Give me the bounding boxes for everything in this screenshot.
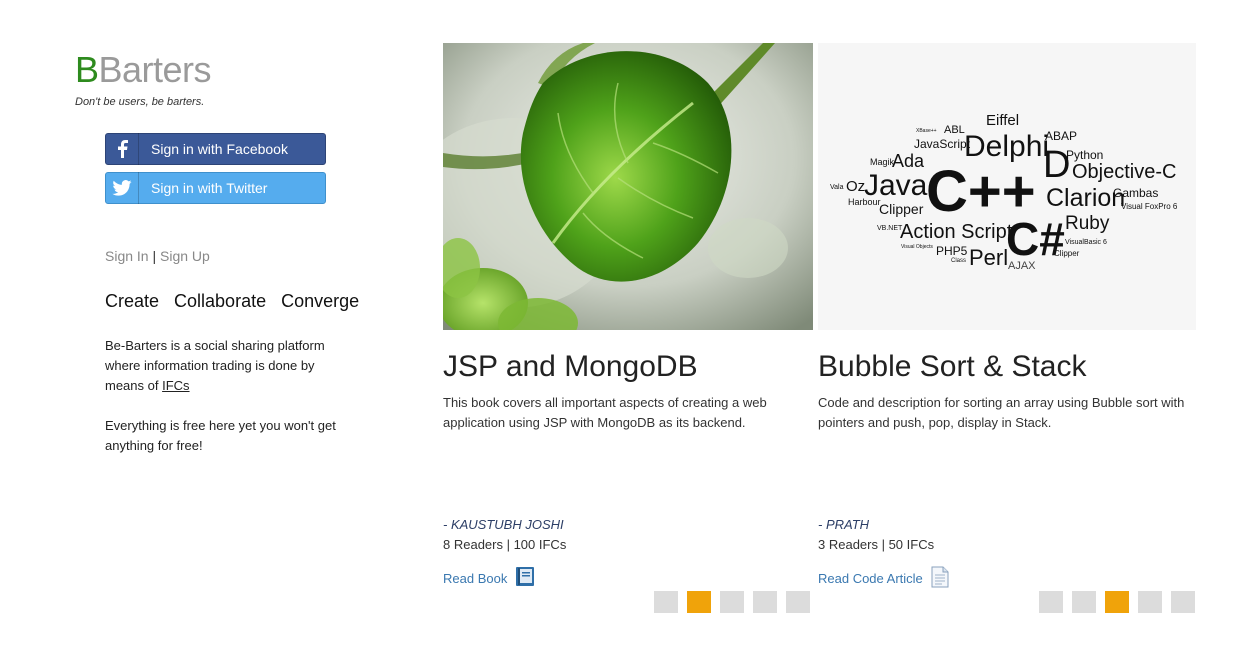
cloud-word: Oz	[846, 178, 865, 195]
cloud-word: Clipper	[1054, 249, 1080, 258]
logo-text: Barters	[98, 49, 212, 90]
cloud-word: Eiffel	[986, 112, 1019, 129]
cloud-word: Action Script	[900, 221, 1013, 243]
sign-in-link[interactable]: Sign In	[105, 248, 149, 264]
card-stats: 3 Readers | 50 IFCs	[818, 537, 935, 552]
pager-dot[interactable]	[720, 591, 744, 613]
pager-dot[interactable]	[687, 591, 711, 613]
pillar-collaborate: Collaborate	[174, 291, 267, 311]
card-description: Code and description for sorting an arra…	[818, 395, 1185, 430]
cloud-word: Ruby	[1065, 213, 1110, 234]
pager-dot[interactable]	[753, 591, 777, 613]
brand-logo[interactable]: BBarters	[75, 49, 212, 90]
pager-dot[interactable]	[1105, 591, 1129, 613]
auth-separator: |	[152, 248, 157, 264]
cloud-word: Harbour	[848, 197, 881, 207]
cloud-word: PHP5	[936, 244, 968, 258]
tagline: Don't be users, be barters.	[75, 96, 205, 108]
pager-dot[interactable]	[1072, 591, 1096, 613]
facebook-signin-button[interactable]: Sign in with Facebook	[105, 133, 326, 165]
about-text: Be-Barters is a social sharing platform …	[105, 336, 355, 476]
read-book-label: Read Book	[443, 570, 508, 586]
pager-dot[interactable]	[1138, 591, 1162, 613]
cloud-word: XBase++	[916, 128, 937, 134]
cloud-word: Gambas	[1113, 186, 1158, 200]
ifc-link[interactable]: IFCs	[162, 378, 189, 393]
cloud-word: Ada	[892, 151, 925, 171]
pager-dot[interactable]	[654, 591, 678, 613]
card-title[interactable]: Bubble Sort & Stack	[818, 350, 1086, 384]
card-stats: 8 Readers | 100 IFCs	[443, 537, 567, 552]
cloud-word: Perl	[969, 245, 1008, 270]
pillar-create: Create	[105, 291, 160, 311]
cloud-word: VisualBasic 6	[1065, 239, 1107, 246]
cloud-word: Visual Objects	[901, 244, 933, 250]
pillar-converge: Converge	[281, 291, 360, 311]
pager-dot[interactable]	[1039, 591, 1063, 613]
facebook-icon	[106, 133, 139, 165]
carousel-pager-2	[1039, 591, 1195, 613]
card-bubble-sort: Eiffel XBase++ ABL JavaScript Delphi ABA…	[818, 43, 1196, 588]
twitter-signin-button[interactable]: Sign in with Twitter	[105, 172, 326, 204]
cloud-word: Objective-C	[1072, 161, 1176, 183]
pillars: Create Collaborate Converge	[105, 291, 359, 312]
sign-up-link[interactable]: Sign Up	[160, 248, 210, 264]
language-word-cloud[interactable]: Eiffel XBase++ ABL JavaScript Delphi ABA…	[818, 43, 1196, 330]
card-description: This book covers all important aspects o…	[443, 395, 767, 430]
pager-dot[interactable]	[786, 591, 810, 613]
book-icon	[515, 566, 535, 590]
logo-initial: B	[75, 49, 99, 90]
leaf-photo[interactable]	[443, 43, 813, 330]
card-title[interactable]: JSP and MongoDB	[443, 350, 698, 384]
cloud-word: Visual FoxPro 6	[1121, 202, 1178, 211]
cloud-word: ABAP	[1045, 129, 1077, 143]
about-paragraph-1: Be-Barters is a social sharing platform …	[105, 338, 325, 393]
card-author[interactable]: - KAUSTUBH JOSHI	[443, 517, 564, 532]
cloud-word: Magik	[870, 157, 895, 167]
read-code-article-label: Read Code Article	[818, 571, 923, 586]
cloud-word: Class	[951, 258, 966, 264]
document-icon	[931, 566, 949, 591]
cloud-word: Clipper	[879, 201, 924, 217]
auth-links: Sign In | Sign Up	[105, 248, 210, 264]
read-code-article-link[interactable]: Read Code Article	[818, 566, 949, 591]
pager-dot[interactable]	[1171, 591, 1195, 613]
cloud-word: Python	[1066, 148, 1103, 162]
cloud-word: Vala	[830, 184, 844, 191]
twitter-icon	[106, 172, 139, 204]
cloud-word: ABL	[944, 124, 965, 136]
card-jsp-mongodb: JSP and MongoDB This book covers all imp…	[443, 43, 813, 586]
cloud-word: AJAX	[1008, 260, 1036, 272]
facebook-signin-label: Sign in with Facebook	[151, 141, 288, 157]
sidebar: BBarters Don't be users, be barters. Sig…	[0, 0, 420, 648]
card-author[interactable]: - PRATH	[818, 517, 869, 532]
twitter-signin-label: Sign in with Twitter	[151, 180, 268, 196]
cloud-word: D	[1043, 144, 1070, 186]
read-book-link[interactable]: Read Book	[443, 566, 535, 590]
about-paragraph-2: Everything is free here yet you won't ge…	[105, 418, 336, 453]
cloud-word: JavaScript	[914, 137, 971, 151]
carousel-pager-1	[654, 591, 810, 613]
